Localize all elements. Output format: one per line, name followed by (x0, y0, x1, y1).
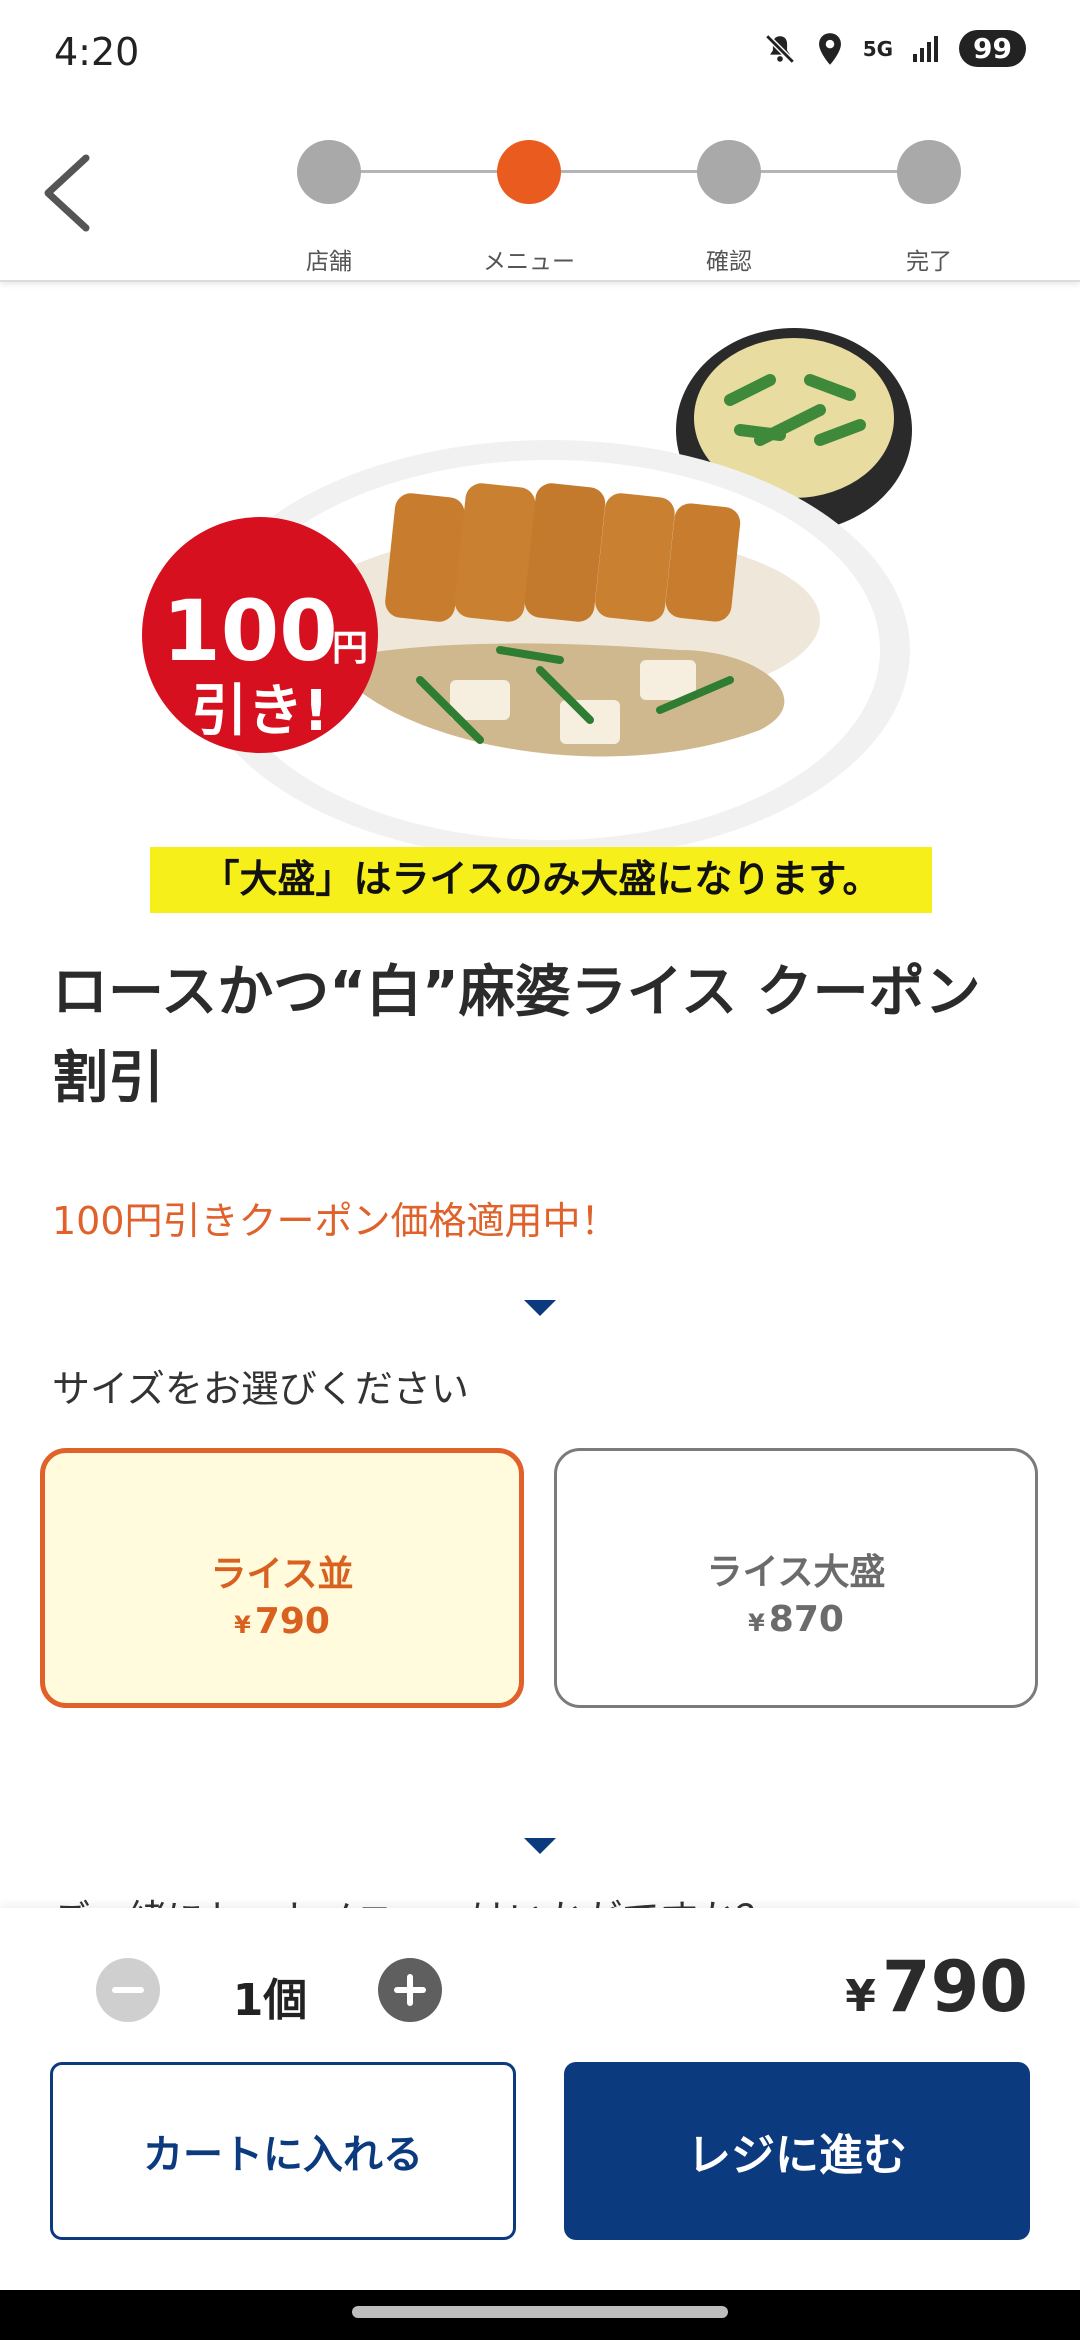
step-label-store: 店舗 (306, 249, 352, 275)
location-icon (818, 32, 841, 65)
price-value: 790 (254, 1601, 330, 1642)
section-arrow-icon (524, 1838, 556, 1854)
product-title: ロースかつ“白”麻婆ライス クーポン割引 (52, 960, 981, 1111)
status-bar: 4:20 5G 99 (0, 0, 1080, 110)
step-dot-menu (497, 140, 561, 204)
quantity-increase-button[interactable] (378, 1958, 442, 2022)
total-price: ¥790 (845, 1946, 1028, 2028)
yen-symbol: ¥ (845, 1971, 876, 2022)
badge-discount: 引き! (191, 679, 329, 744)
quantity-value: 1個 (232, 1975, 308, 2026)
step-dot-store (297, 140, 361, 204)
badge-number: 100 (162, 582, 337, 680)
order-panel: 1個 ¥790 カートに入れる レジに進む (0, 1908, 1080, 2290)
battery-indicator: 99 (959, 30, 1026, 67)
total-value: 790 (881, 1946, 1028, 2028)
quantity-decrease-button[interactable] (96, 1958, 160, 2022)
option-price: ¥870 (557, 1599, 1035, 1640)
home-indicator[interactable] (352, 2306, 728, 2318)
status-icons: 5G 99 (763, 30, 1026, 67)
mute-icon (764, 33, 795, 64)
image-banner: 「大盛」はライスのみ大盛になります。 (201, 857, 880, 901)
signal-icon (913, 35, 939, 62)
size-option-regular-rice[interactable]: ライス並 ¥790 (40, 1448, 524, 1708)
stepper-connector (360, 170, 500, 173)
yen-symbol: ¥ (748, 1609, 765, 1637)
step-label-complete: 完了 (906, 249, 952, 275)
product-illustration: 100 円 引き! 「大盛」はライスのみ大盛になります。 (142, 328, 932, 913)
size-heading: サイズをお選びください (52, 1367, 469, 1411)
price-value: 870 (768, 1599, 844, 1640)
step-dot-confirm (697, 140, 761, 204)
step-label-menu: メニュー (483, 249, 575, 275)
option-name: ライス並 (210, 1554, 354, 1595)
coupon-note: 100円引きクーポン価格適用中！ (52, 1199, 619, 1243)
chevron-left-icon (44, 154, 90, 232)
checkout-button[interactable]: レジに進む (564, 2062, 1030, 2240)
order-progress-header: 店舗 メニュー 確認 完了 (0, 110, 1080, 282)
stepper-connector (760, 170, 900, 173)
step-dot-complete (897, 140, 961, 204)
back-button[interactable] (34, 148, 104, 238)
option-price: ¥790 (45, 1601, 519, 1642)
section-arrow-icon (524, 1300, 556, 1316)
stepper-connector (560, 170, 700, 173)
size-option-large-rice[interactable]: ライス大盛 ¥870 (554, 1448, 1038, 1708)
product-image: 100 円 引き! 「大盛」はライスのみ大盛になります。 (120, 320, 960, 920)
badge-unit: 円 (332, 628, 368, 669)
status-time: 4:20 (54, 30, 140, 74)
option-name: ライス大盛 (706, 1552, 886, 1593)
step-label-confirm: 確認 (706, 249, 752, 275)
yen-symbol: ¥ (234, 1611, 251, 1639)
add-to-cart-button[interactable]: カートに入れる (50, 2062, 516, 2240)
network-type: 5G (862, 36, 894, 61)
